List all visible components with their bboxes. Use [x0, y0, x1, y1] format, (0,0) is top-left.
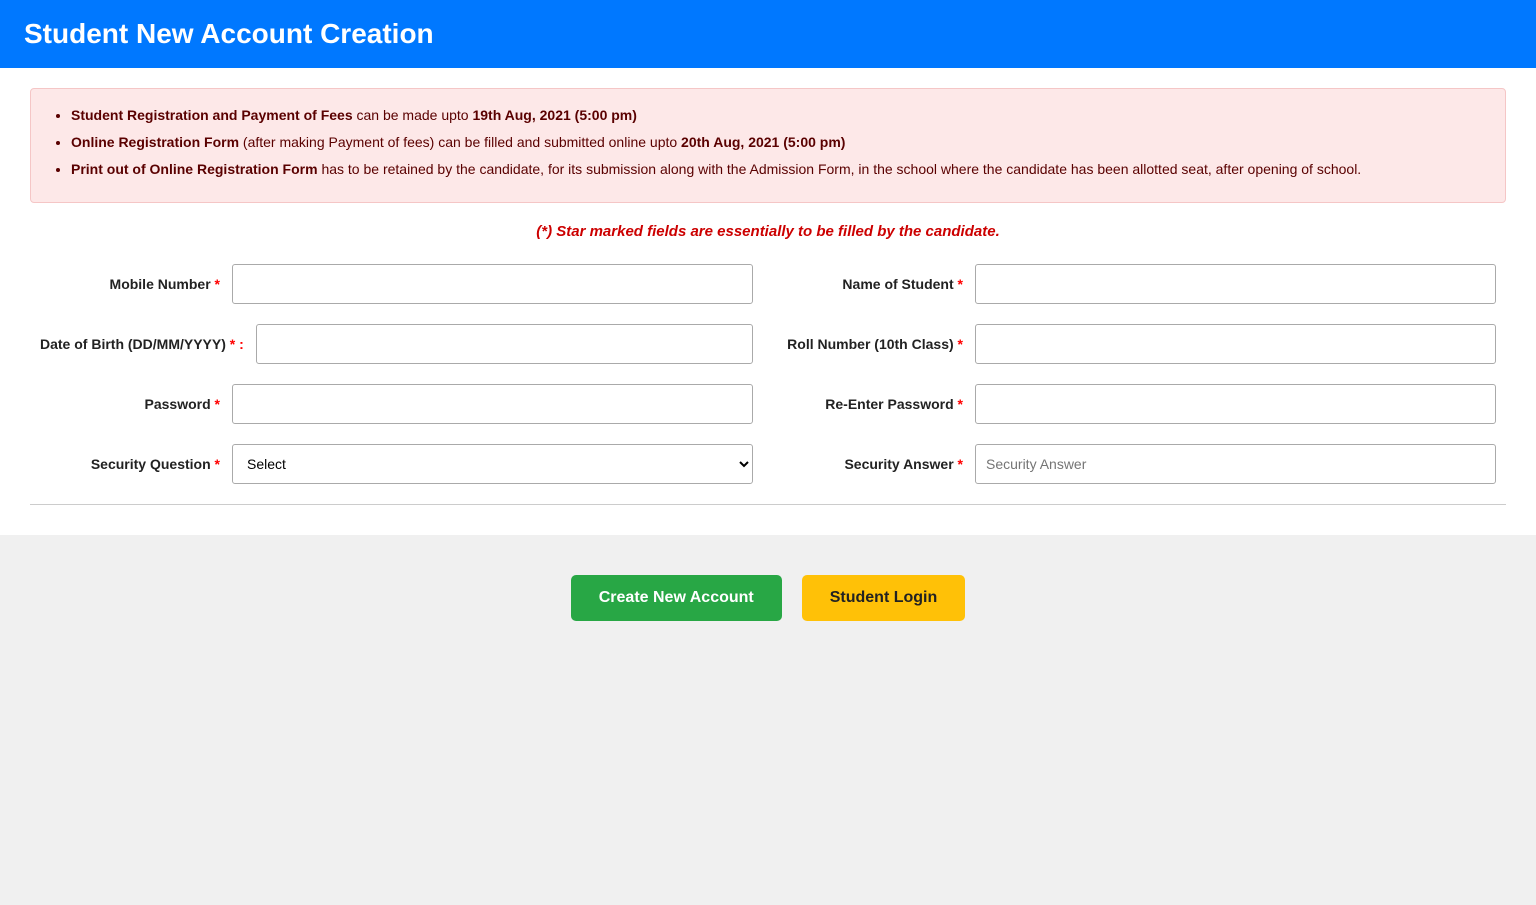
student-login-button[interactable]: Student Login — [802, 575, 966, 621]
notice-bold-2: Online Registration Form — [71, 134, 239, 150]
security-answer-input[interactable] — [975, 444, 1496, 484]
notice-bold-3: Print out of Online Registration Form — [71, 161, 318, 177]
name-student-row: Name of Student * — [783, 264, 1496, 304]
reenter-password-input[interactable] — [975, 384, 1496, 424]
password-row: Password * — [40, 384, 753, 424]
main-content: Student Registration and Payment of Fees… — [0, 68, 1536, 535]
create-account-button[interactable]: Create New Account — [571, 575, 782, 621]
dob-input[interactable] — [256, 324, 753, 364]
notice-item-1: Student Registration and Payment of Fees… — [71, 105, 1485, 126]
roll-number-row: Roll Number (10th Class) * — [783, 324, 1496, 364]
notice-list: Student Registration and Payment of Fees… — [51, 105, 1485, 180]
mobile-number-label: Mobile Number * — [40, 276, 220, 292]
security-question-select[interactable]: Select What is your pet's name? What is … — [232, 444, 753, 484]
dob-row: Date of Birth (DD/MM/YYYY) * : — [40, 324, 753, 364]
name-student-label: Name of Student * — [783, 276, 963, 292]
dob-label: Date of Birth (DD/MM/YYYY) * : — [40, 336, 244, 352]
form-footer: Create New Account Student Login — [0, 535, 1536, 661]
required-note: (*) Star marked fields are essentially t… — [30, 223, 1506, 240]
password-input[interactable] — [232, 384, 753, 424]
roll-number-input[interactable] — [975, 324, 1496, 364]
notice-date-2: 20th Aug, 2021 (5:00 pm) — [681, 134, 845, 150]
reenter-password-label: Re-Enter Password * — [783, 396, 963, 412]
page-header: Student New Account Creation — [0, 0, 1536, 68]
form-grid: Mobile Number * Name of Student * Date o… — [30, 264, 1506, 484]
notice-date-1: 19th Aug, 2021 (5:00 pm) — [472, 107, 636, 123]
mobile-number-input[interactable] — [232, 264, 753, 304]
password-label: Password * — [40, 396, 220, 412]
page-title: Student New Account Creation — [24, 18, 434, 49]
divider — [30, 504, 1506, 505]
notice-item-2: Online Registration Form (after making P… — [71, 132, 1485, 153]
mobile-number-row: Mobile Number * — [40, 264, 753, 304]
roll-number-label: Roll Number (10th Class) * — [783, 336, 963, 352]
notice-item-3: Print out of Online Registration Form ha… — [71, 159, 1485, 180]
security-answer-label: Security Answer * — [783, 456, 963, 472]
security-answer-row: Security Answer * — [783, 444, 1496, 484]
name-student-input[interactable] — [975, 264, 1496, 304]
security-question-label: Security Question * — [40, 456, 220, 472]
reenter-password-row: Re-Enter Password * — [783, 384, 1496, 424]
notice-box: Student Registration and Payment of Fees… — [30, 88, 1506, 203]
security-question-row: Security Question * Select What is your … — [40, 444, 753, 484]
notice-bold-1: Student Registration and Payment of Fees — [71, 107, 353, 123]
